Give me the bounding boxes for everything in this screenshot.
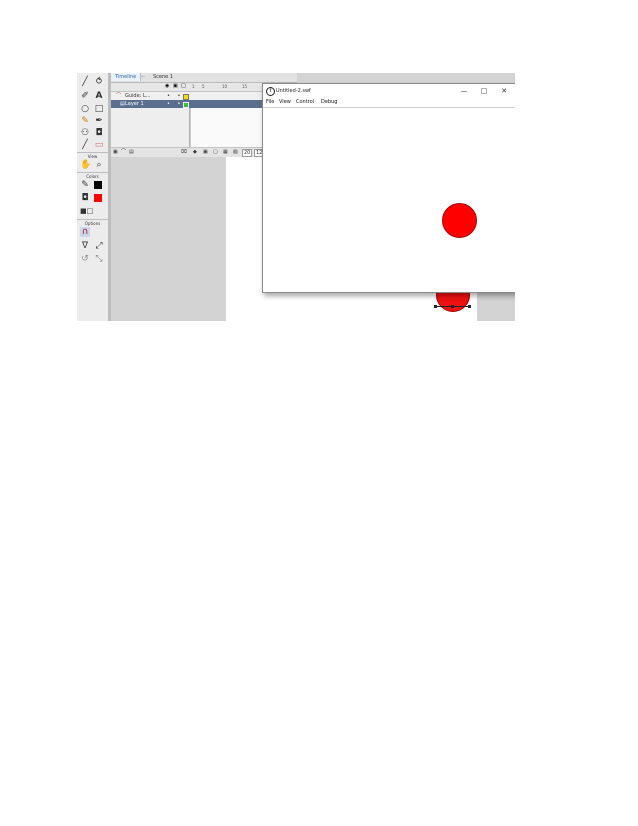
onion-outline-icon[interactable]: ▢ (213, 148, 218, 156)
oval-tool-icon[interactable]: ○ (80, 104, 90, 114)
brush-tool-icon[interactable]: ✒ (94, 116, 104, 126)
minimize-button[interactable]: — (454, 84, 474, 98)
layer-visibility-dots[interactable]: • • (167, 100, 184, 108)
delete-layer-icon[interactable]: ⌧ (181, 148, 187, 156)
layer-visibility-dots[interactable]: • • (167, 92, 184, 100)
straighten-icon[interactable]: ⤢ (94, 241, 104, 251)
layer-name: Layer 1 (125, 101, 144, 107)
menu-view[interactable]: View (279, 98, 291, 107)
text-tool-icon[interactable]: A (94, 91, 104, 101)
colors-section-label: Colors (77, 172, 108, 179)
transform-handle[interactable] (451, 305, 454, 308)
pencil-tool-icon[interactable]: ✎ (80, 116, 90, 126)
menu-debug[interactable]: Debug (321, 98, 337, 107)
tab-timeline[interactable]: Timeline (111, 73, 142, 81)
swf-content-area[interactable] (263, 108, 515, 292)
onion-skin-icon[interactable]: ▣ (203, 148, 208, 156)
ink-bottle-icon[interactable]: ⚇ (80, 128, 90, 138)
default-colors-icon[interactable]: ■□ (80, 206, 93, 216)
timeline-tab-bar: Timeline ← Scene 1 (111, 73, 297, 83)
swf-menu-bar: File View Control Debug (263, 98, 515, 108)
stroke-color-icon[interactable] (94, 181, 102, 189)
snap-magnet-icon[interactable]: ∩ (80, 227, 90, 237)
layer-name: Guide: L... (125, 93, 151, 99)
insert-layer-icon[interactable]: ▣ (113, 148, 118, 156)
ruler-tick: 5 (202, 84, 205, 89)
insert-folder-icon[interactable]: ▤ (129, 148, 134, 156)
fill-bucket-icon: ◘ (81, 193, 89, 203)
frame-ruler: 1 5 10 15 (190, 83, 260, 91)
menu-file[interactable]: File (266, 98, 274, 107)
pen-tool-icon[interactable]: ✐ (80, 91, 90, 101)
screenshot-region: ╱ ⥀ ✐ A ○ □ ✎ ✒ ⚇ ◘ ╱ ▭ View ✋ ⌕ Colors (77, 73, 515, 321)
window-title: Untitled-2.swf (276, 88, 311, 94)
red-ball (442, 203, 477, 238)
close-button[interactable]: ✕ (494, 84, 514, 98)
fill-color-icon[interactable] (94, 194, 102, 202)
edit-multiple-frames-icon[interactable]: ▦ (223, 148, 228, 156)
paint-bucket-icon[interactable]: ◘ (94, 128, 104, 138)
smooth-icon[interactable]: ∇ (80, 241, 90, 251)
transform-handle[interactable] (434, 305, 437, 308)
onion-markers-icon[interactable]: ▧ (233, 148, 238, 156)
ruler-tick: 1 (192, 84, 195, 89)
ruler-tick: 10 (222, 84, 228, 89)
outline-icon[interactable]: □ (181, 84, 186, 89)
ruler-tick: 15 (242, 84, 248, 89)
stroke-pencil-icon: ✎ (81, 180, 89, 190)
rectangle-tool-icon[interactable]: □ (94, 104, 104, 114)
view-section-label: View (77, 152, 108, 159)
rotate-icon[interactable]: ↺ (80, 254, 90, 264)
line-tool-icon[interactable]: ╱ (80, 77, 90, 87)
layer-outline-color[interactable] (183, 102, 189, 108)
menu-control[interactable]: Control (296, 98, 314, 107)
eyedropper-icon[interactable]: ╱ (80, 140, 90, 150)
motion-guide-icon[interactable]: ⌒ (121, 148, 126, 156)
scale-icon[interactable]: ⤡ (94, 254, 104, 264)
zoom-tool-icon[interactable]: ⌕ (94, 160, 104, 170)
current-frame-field[interactable]: 20 (242, 149, 253, 157)
transform-handle[interactable] (468, 305, 471, 308)
flash-logo-icon: f (266, 87, 275, 96)
tools-panel: ╱ ⥀ ✐ A ○ □ ✎ ✒ ⚇ ◘ ╱ ▭ View ✋ ⌕ Colors (77, 73, 109, 321)
eye-icon[interactable]: ◉ (165, 84, 170, 89)
maximize-button[interactable]: □ (474, 84, 494, 98)
back-arrow-icon[interactable]: ← (141, 73, 145, 81)
options-section-label: Options (77, 219, 108, 226)
lock-icon[interactable]: ▣ (173, 84, 178, 89)
center-frame-icon[interactable]: ◆ (193, 148, 197, 156)
eraser-icon[interactable]: ▭ (94, 140, 104, 150)
swf-title-bar[interactable]: f Untitled-2.swf — □ ✕ (263, 84, 515, 98)
scene-label[interactable]: Scene 1 (153, 73, 173, 81)
stage-pasteboard (111, 157, 226, 321)
guide-layer-icon: ⌒ (116, 93, 122, 99)
hand-tool-icon[interactable]: ✋ (80, 160, 91, 170)
swf-player-window: f Untitled-2.swf — □ ✕ File View Control… (262, 83, 515, 293)
lasso-tool-icon[interactable]: ⥀ (94, 77, 104, 87)
